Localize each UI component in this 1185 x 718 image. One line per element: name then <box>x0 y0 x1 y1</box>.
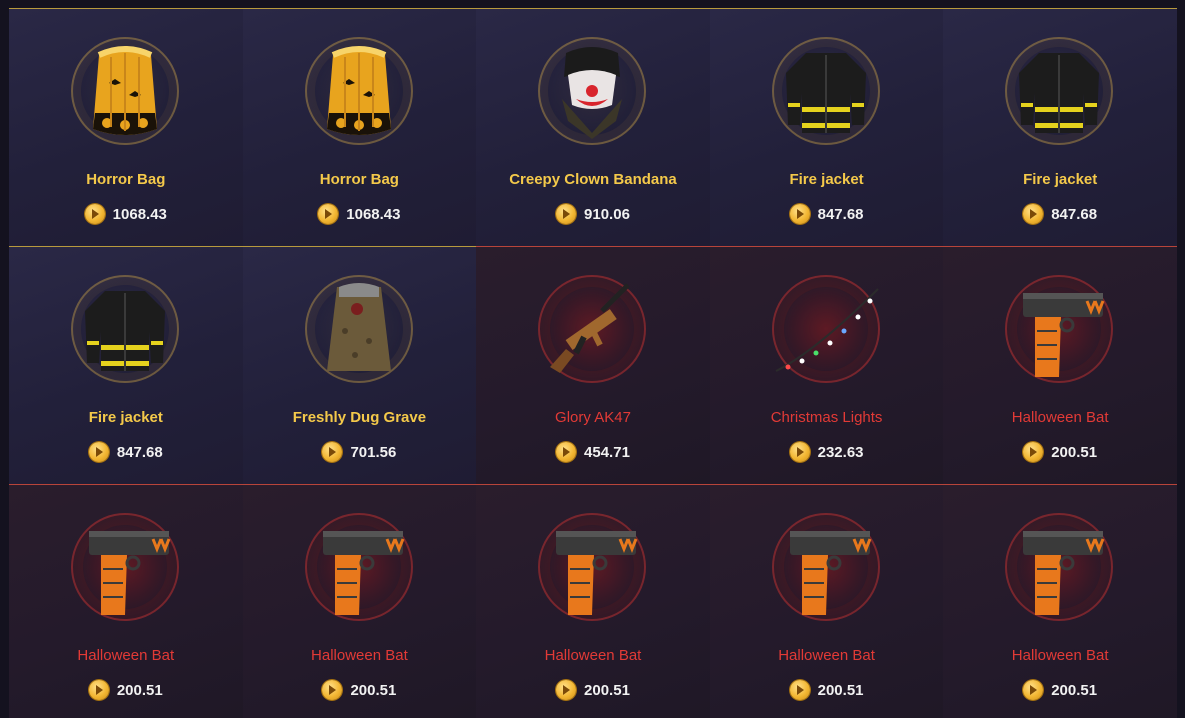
item-price: 847.68 <box>9 442 243 462</box>
halloween-pistol-icon <box>556 531 638 615</box>
item-price: 847.68 <box>710 204 944 224</box>
coin-icon <box>88 442 109 462</box>
price-value: 1068.43 <box>346 205 401 223</box>
item-price: 200.51 <box>943 680 1177 700</box>
price-value: 200.51 <box>1051 443 1098 461</box>
coin-icon <box>318 204 339 224</box>
item-price: 454.71 <box>476 442 710 462</box>
item-card-3[interactable]: Creepy Clown Bandana 910.06 <box>476 8 710 246</box>
item-price: 1068.43 <box>9 204 243 224</box>
item-name: Fire jacket <box>789 171 864 188</box>
item-price: 847.68 <box>943 204 1177 224</box>
coin-icon <box>789 204 810 224</box>
coin-icon <box>1023 680 1044 700</box>
item-price: 200.51 <box>243 680 477 700</box>
halloween-pistol-icon <box>1023 531 1105 615</box>
item-price: 200.51 <box>9 680 243 700</box>
dug-grave-icon <box>326 283 391 371</box>
christmas-lights-icon <box>775 288 879 372</box>
price-value: 847.68 <box>817 205 864 223</box>
fire-jacket-icon <box>785 53 866 133</box>
item-name: Horror Bag <box>319 171 399 188</box>
item-card-5[interactable]: Fire jacket 847.68 <box>943 8 1177 246</box>
coin-icon <box>84 204 105 224</box>
item-card-14[interactable]: Halloween Bat 200.51 <box>709 484 944 718</box>
item-name: Fire jacket <box>1023 171 1098 188</box>
item-price: 200.51 <box>476 680 710 700</box>
ak47-icon <box>550 283 630 373</box>
item-card-2[interactable]: Horror Bag 1068.43 <box>242 8 477 246</box>
item-price: 200.51 <box>710 680 944 700</box>
fire-jacket-icon <box>1019 53 1100 133</box>
coin-icon <box>556 442 577 462</box>
price-value: 701.56 <box>350 443 397 461</box>
item-card-4[interactable]: Fire jacket 847.68 <box>709 8 944 246</box>
price-value: 200.51 <box>817 681 864 699</box>
price-value: 232.63 <box>817 443 864 461</box>
price-value: 910.06 <box>584 205 630 223</box>
item-price: 1068.43 <box>243 204 477 224</box>
price-value: 1068.43 <box>112 205 167 223</box>
item-card-7[interactable]: Freshly Dug Grave 701.56 <box>242 246 477 484</box>
price-value: 200.51 <box>350 681 397 699</box>
item-name: Halloween Bat <box>544 647 642 664</box>
price-value: 200.51 <box>584 681 630 699</box>
item-price: 200.51 <box>943 442 1177 462</box>
coin-icon <box>789 680 810 700</box>
price-value: 200.51 <box>116 681 163 699</box>
item-price: 910.06 <box>476 204 710 224</box>
coin-icon <box>789 442 810 462</box>
item-name: Fire jacket <box>88 409 163 426</box>
coin-icon <box>1023 204 1044 224</box>
item-price: 701.56 <box>243 442 477 462</box>
coin-icon <box>1023 442 1044 462</box>
coin-icon <box>322 680 343 700</box>
item-card-12[interactable]: Halloween Bat 200.51 <box>242 484 477 718</box>
horror-bag-icon <box>326 46 391 135</box>
item-name: Christmas Lights <box>770 409 883 426</box>
item-name: Halloween Bat <box>311 647 408 664</box>
item-card-6[interactable]: Fire jacket 847.68 <box>9 246 243 484</box>
halloween-pistol-icon <box>89 531 171 615</box>
item-price: 232.63 <box>710 442 944 462</box>
price-value: 847.68 <box>116 443 163 461</box>
item-card-13[interactable]: Halloween Bat 200.51 <box>476 484 710 718</box>
item-card-11[interactable]: Halloween Bat 200.51 <box>9 484 243 718</box>
item-card-1[interactable]: Horror Bag 1068.43 <box>9 8 243 246</box>
item-name: Halloween Bat <box>778 647 875 664</box>
item-name: Glory AK47 <box>555 409 631 426</box>
item-name: Freshly Dug Grave <box>292 409 427 426</box>
horror-bag-icon <box>93 46 157 135</box>
item-name: Halloween Bat <box>1011 409 1109 426</box>
item-name: Horror Bag <box>86 171 166 188</box>
item-name: Creepy Clown Bandana <box>509 171 677 188</box>
item-card-9[interactable]: Christmas Lights 232.63 <box>709 246 944 484</box>
clown-bandana-icon <box>562 47 623 139</box>
item-name: Halloween Bat <box>77 647 175 664</box>
coin-icon <box>556 680 577 700</box>
item-card-15[interactable]: Halloween Bat 200.51 <box>943 484 1177 718</box>
coin-icon <box>556 204 577 224</box>
halloween-pistol-icon <box>322 531 404 615</box>
coin-icon <box>322 442 343 462</box>
halloween-pistol-icon <box>789 531 872 615</box>
price-value: 200.51 <box>1051 681 1098 699</box>
item-grid: Horror Bag 1068.43 Horror Bag 1068.43 Cr… <box>9 8 1177 718</box>
coin-icon <box>88 680 109 700</box>
price-value: 847.68 <box>1051 205 1098 223</box>
halloween-pistol-icon <box>1023 293 1105 377</box>
item-card-8[interactable]: Glory AK47 454.71 <box>476 246 710 484</box>
item-name: Halloween Bat <box>1011 647 1109 664</box>
price-value: 454.71 <box>584 443 630 461</box>
item-card-10[interactable]: Halloween Bat 200.51 <box>943 246 1177 484</box>
fire-jacket-icon <box>85 291 165 371</box>
